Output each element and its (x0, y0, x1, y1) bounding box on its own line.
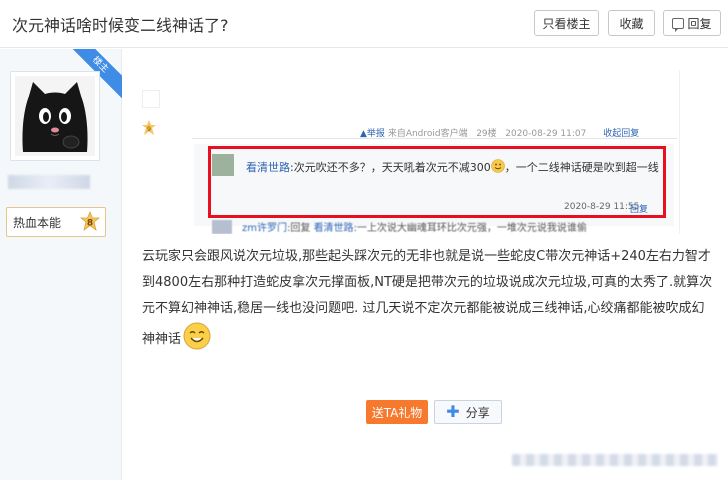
blurred-content-strip (512, 454, 718, 466)
edge-box (142, 90, 160, 108)
smile-emoji-icon (183, 322, 211, 350)
cutoff-reply-row: zm许罗门:回复 看清世路:一上次说大幽魂耳环比次元强，一堆次元说我说谁偷 (194, 216, 674, 234)
cat-avatar-art (15, 76, 95, 156)
avatar[interactable] (10, 71, 100, 161)
thread-header: 次元神话啥时候变二线神话了? 只看楼主 收藏 回复 (0, 0, 728, 48)
screenshot-left-edge: 9 (142, 70, 164, 234)
cat-avatar (15, 76, 95, 156)
post-body: 云玩家只会跟风说次元垃圾,那些起头踩次元的无非也就是说一些蛇皮C带次元神话+24… (142, 244, 716, 353)
small-level-icon: 9 (142, 120, 156, 135)
share-plus-icon: ✚ (446, 402, 460, 421)
thread-title: 次元神话啥时候变二线神话了? (12, 16, 229, 35)
username-blurred[interactable] (8, 175, 90, 189)
only-author-button[interactable]: 只看楼主 (534, 10, 599, 36)
gift-button[interactable]: 送TA礼物 (366, 400, 428, 424)
level-number: 8 (87, 219, 93, 229)
highlight-box (208, 146, 666, 218)
cut-avatar (212, 220, 232, 234)
reply-button-label: 回复 (687, 16, 712, 31)
level-badge-icon: 8 (79, 211, 101, 231)
small-level-number: 9 (147, 126, 151, 133)
author-panel: 楼主 热血本能 8 (0, 49, 122, 480)
collect-button[interactable]: 收藏 (608, 10, 655, 36)
share-button[interactable]: ✚ 分享 (434, 400, 502, 424)
post-text: 云玩家只会跟风说次元垃圾,那些起头踩次元的无非也就是说一些蛇皮C带次元神话+24… (142, 249, 713, 347)
divider (192, 138, 677, 139)
level-badge[interactable]: 热血本能 8 (6, 207, 106, 237)
share-label: 分享 (465, 405, 490, 420)
reply-button[interactable]: 回复 (663, 10, 721, 36)
level-name: 热血本能 (13, 216, 62, 230)
cut-text: zm许罗门:回复 看清世路:一上次说大幽魂耳环比次元强，一堆次元说我说谁偷 (242, 223, 587, 234)
reply-icon (672, 17, 685, 32)
